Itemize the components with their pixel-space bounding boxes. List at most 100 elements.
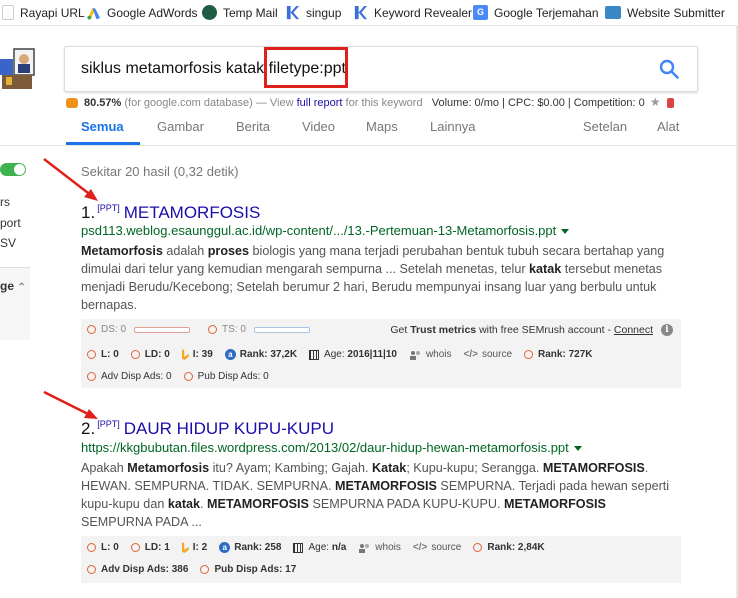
trust-metrics-cta: Get Trust metrics with free SEMrush acco… [390,324,673,336]
whois-text: whois [375,542,401,553]
result-title-link[interactable]: 1. [PPT] METAMORFOSIS [81,203,260,223]
bookmark-label: Keyword Revealer [374,5,473,20]
metric-pub[interactable]: Pub Disp Ads: 0 [183,371,269,382]
trust-post: with free SEMrush account - [479,324,611,336]
metric-rank2-text: Rank: 727K [538,349,593,360]
im-icon [605,6,621,19]
connect-link[interactable]: Connect [614,324,653,336]
snippet-bold: katak [167,497,201,511]
info-icon[interactable]: i [661,324,673,336]
alexa-icon: a [224,349,236,360]
result-title-link[interactable]: 2. [PPT] DAUR HIDUP KUPU-KUPU [81,419,334,439]
ts-bar [253,326,310,333]
bookmark-label: Google AdWords [107,5,198,20]
tab-gambar[interactable]: Gambar [157,119,204,134]
metric-pub-text: Pub Disp Ads: 0 [197,371,269,382]
semrush-panel: DS: 0 TS: 0 Get Trust metrics with free … [81,319,681,388]
search-icon[interactable] [659,59,679,79]
bookmark-rayapi[interactable]: Rayapi URL [2,4,85,21]
source-link[interactable]: </> source [413,542,461,553]
url-dropdown-icon[interactable] [573,446,582,452]
tab-alat[interactable]: Alat [657,119,679,134]
bookmark-adwords[interactable]: Google AdWords [86,4,198,21]
sidebar-text-4[interactable]: ge ⌃ [0,279,26,293]
rank-icon [524,350,534,359]
metric-ld[interactable]: LD: 1 [130,542,170,553]
tab-lainnya[interactable]: Lainnya [430,119,476,134]
sidebar-toggle[interactable] [0,163,26,176]
star-icon[interactable]: ★ [650,95,661,109]
metric-l-text: L: 0 [101,542,119,553]
tab-setelan[interactable]: Setelan [583,119,627,134]
tempmail-icon [202,5,217,20]
bookmark-label: Website Submitter [627,5,725,20]
result-url[interactable]: https://kkgbubutan.files.wordpress.com/2… [81,440,582,455]
pub-icon [183,372,193,381]
full-report-link[interactable]: full report [297,97,343,109]
metric-adv[interactable]: Adv Disp Ads: 0 [87,371,172,382]
bookmark-tempmail[interactable]: Temp Mail [202,4,278,21]
snippet-bold: METAMORFOSIS [335,479,437,493]
tab-berita[interactable]: Berita [236,119,270,134]
result-url-text: https://kkgbubutan.files.wordpress.com/2… [81,440,569,455]
ds-icon [87,325,96,334]
whois-link[interactable]: whois [358,542,401,553]
metric-pub-text: Pub Disp Ads: 17 [214,564,297,575]
bookmark-label: Google Terjemahan [494,5,599,20]
tab-video[interactable]: Video [302,119,335,134]
arrow-annotation-1 [43,158,98,201]
sidebar-text-3[interactable]: SV [0,236,16,250]
metric-i-text: I: 39 [192,349,213,360]
bookmark-google-terjemahan[interactable]: G Google Terjemahan [473,4,599,21]
metric-l[interactable]: L: 0 [87,542,119,553]
metric-age-text: 2016|11|10 [347,349,397,360]
result-title: DAUR HIDUP KUPU-KUPU [123,419,335,438]
metric-rank[interactable]: a Rank: 258 [219,542,281,553]
l-icon [87,543,96,552]
sidebar-text-2[interactable]: port [0,216,21,230]
metric-rank-text: Rank: 37,2K [239,349,298,360]
metric-age[interactable]: Age: n/a [293,542,346,553]
bookmark-keyword-revealer[interactable]: Keyword Revealer [353,4,472,21]
chevron-up-icon: ⌃ [17,282,26,293]
search-box[interactable]: siklus metamorfosis katak filetype:ppt [64,46,698,92]
metric-ts: TS: 0 [208,324,310,335]
calendar-icon [309,349,320,360]
metric-rank[interactable]: a Rank: 37,2K [224,349,298,360]
snippet-bold: METAMORFOSIS [207,497,309,511]
whois-link[interactable]: whois [409,349,452,360]
metric-ld[interactable]: LD: 0 [130,349,170,360]
result-number: 1. [81,203,96,222]
semrush-icon [66,98,78,109]
url-dropdown-icon[interactable] [561,229,570,235]
source-link[interactable]: </> source [464,349,512,360]
rank-icon [473,543,483,552]
metric-age[interactable]: Age: 2016|11|10 [309,349,397,360]
database-icon[interactable] [666,98,674,109]
result-url[interactable]: psd113.weblog.esaunggul.ac.id/wp-content… [81,223,570,238]
sidebar-text-1[interactable]: rs [0,195,10,209]
result-url-text: psd113.weblog.esaunggul.ac.id/wp-content… [81,223,557,238]
metric-i[interactable]: I: 39 [181,349,213,360]
code-icon: </> [463,349,478,360]
results-stats: Sekitar 20 hasil (0,32 detik) [81,164,239,179]
bookmark-label: Rayapi URL [20,5,85,20]
tab-semua[interactable]: Semua [81,119,124,134]
metric-adv[interactable]: Adv Disp Ads: 386 [87,564,188,575]
seo-for-keyword: for this keyword [345,97,423,109]
metric-rank2[interactable]: Rank: 727K [524,349,592,360]
metric-pub[interactable]: Pub Disp Ads: 17 [200,564,296,575]
metric-rank2[interactable]: Rank: 2,84K [473,542,545,553]
snippet-bold: katak [529,262,562,276]
bookmark-singup[interactable]: singup [285,4,341,21]
metric-l[interactable]: L: 0 [87,349,119,360]
tab-maps[interactable]: Maps [366,119,398,134]
adwords-icon [87,7,101,20]
semrush-panel: L: 0 LD: 1 I: 2 a Rank: 258 Age: n/a whoi… [81,536,681,583]
metric-i[interactable]: I: 2 [181,542,208,553]
seo-db-note: (for google.com database) — [124,97,267,109]
metric-age-label: Age: [324,349,345,360]
avatar[interactable] [0,47,38,91]
bookmark-website-submitter[interactable]: Website Submitter [605,4,725,21]
metric-i-text: I: 2 [192,542,208,553]
